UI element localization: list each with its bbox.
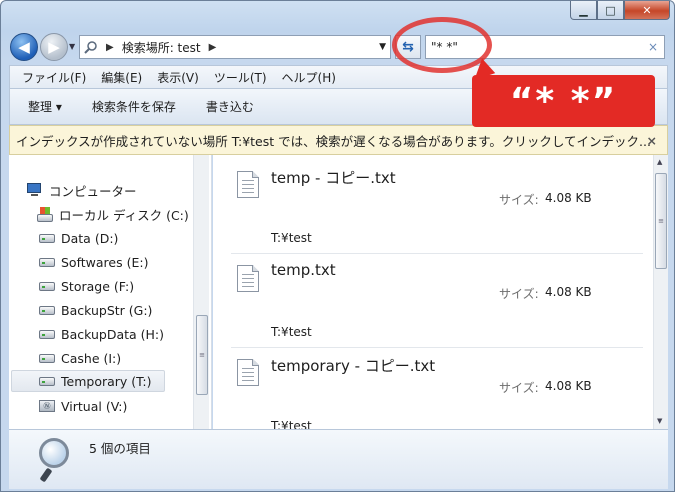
address-bar[interactable]: ▶ 検索場所: test ▶ ▼: [79, 35, 391, 59]
sidebar-item-label: Cashe (I:): [61, 350, 122, 366]
sidebar-item-drive-d[interactable]: Data (D:): [39, 227, 211, 249]
file-name[interactable]: temporary - コピー.txt: [271, 355, 435, 376]
size-label: サイズ:: [499, 287, 539, 301]
search-folder-icon: [84, 41, 97, 54]
hard-drive-icon: [39, 233, 55, 243]
sidebar-item-drive-v[interactable]: Ⓝ Virtual (V:): [39, 395, 211, 417]
maximize-button[interactable]: □: [597, 1, 624, 20]
text-file-icon: [237, 359, 259, 386]
navigation-scrollbar[interactable]: ≡: [193, 155, 209, 429]
menu-view[interactable]: 表示(V): [157, 69, 199, 86]
scroll-up-icon[interactable]: ▲: [657, 158, 662, 166]
minimize-button[interactable]: ▁: [570, 1, 597, 20]
file-name[interactable]: temp.txt: [271, 261, 336, 279]
index-warning-bar[interactable]: インデックスが作成されていない場所 T:¥test では、検索が遅くなる場合があ…: [9, 125, 668, 155]
arrow-right-icon: ▶: [48, 38, 60, 56]
file-path: T:¥test: [271, 325, 312, 339]
file-path: T:¥test: [271, 419, 312, 429]
navigation-pane: コンピューター ローカル ディスク (C:) Data (D:) Softwar…: [9, 155, 212, 429]
system-drive-icon: [37, 206, 54, 222]
size-label: サイズ:: [499, 193, 539, 207]
text-file-icon: [237, 171, 259, 198]
network-drive-icon: Ⓝ: [39, 400, 55, 412]
hard-drive-icon: [39, 257, 55, 267]
hard-drive-icon: [39, 281, 55, 291]
breadcrumb-separator[interactable]: ▶: [106, 42, 114, 53]
recent-pages-dropdown[interactable]: ▼: [69, 42, 75, 51]
breadcrumb-search-location[interactable]: 検索場所: test: [122, 39, 201, 56]
forward-button[interactable]: ▶: [40, 33, 68, 61]
menu-help[interactable]: ヘルプ(H): [282, 69, 336, 86]
scrollbar-thumb[interactable]: ≡: [655, 173, 667, 269]
sidebar-item-label: Storage (F:): [61, 278, 135, 294]
magnifier-icon: [37, 438, 77, 483]
list-item[interactable]: temp - コピー.txt サイズ: 4.08 KB T:¥test: [231, 155, 643, 248]
sidebar-item-label: コンピューター: [49, 183, 137, 199]
arrow-left-icon: ◀: [18, 38, 30, 56]
size-label: サイズ:: [499, 381, 539, 395]
file-size: 4.08 KB: [545, 379, 592, 393]
sidebar-item-computer[interactable]: コンピューター: [27, 179, 211, 201]
hard-drive-icon: [39, 305, 55, 315]
file-name[interactable]: temp - コピー.txt: [271, 167, 396, 188]
results-scrollbar[interactable]: ▲ ≡ ▼: [653, 155, 668, 429]
list-item[interactable]: temp.txt サイズ: 4.08 KB T:¥test: [231, 249, 643, 342]
sidebar-item-drive-f[interactable]: Storage (F:): [39, 275, 211, 297]
file-size: 4.08 KB: [545, 285, 592, 299]
hard-drive-icon: [39, 329, 55, 339]
hard-drive-icon: [39, 376, 55, 386]
menu-file[interactable]: ファイル(F): [22, 69, 86, 86]
details-pane: 5 個の項目: [9, 429, 668, 489]
clear-search-icon[interactable]: ×: [648, 40, 658, 54]
computer-icon: [27, 183, 43, 197]
sidebar-item-label: ローカル ディスク (C:): [59, 207, 189, 223]
window-controls: ▁ □ ✕: [570, 1, 670, 21]
sidebar-item-drive-h[interactable]: BackupData (H:): [39, 323, 211, 345]
sidebar-item-label: Temporary (T:): [61, 373, 152, 389]
sidebar-item-drive-g[interactable]: BackupStr (G:): [39, 299, 211, 321]
close-button[interactable]: ✕: [624, 1, 670, 20]
file-size: 4.08 KB: [545, 191, 592, 205]
search-results: temp - コピー.txt サイズ: 4.08 KB T:¥test temp…: [213, 155, 653, 429]
back-button[interactable]: ◀: [10, 33, 38, 61]
breadcrumb-separator[interactable]: ▶: [209, 42, 217, 53]
item-count: 5 個の項目: [89, 441, 151, 456]
sidebar-item-label: BackupStr (G:): [61, 302, 153, 318]
menu-tools[interactable]: ツール(T): [214, 69, 267, 86]
hard-drive-icon: [39, 353, 55, 363]
close-infobar-icon[interactable]: ×: [647, 133, 657, 148]
explorer-window: ▁ □ ✕ ◀ ▶ ▼ ▶ 検索場所: test ▶ ▼ ⇆ "* *" × フ…: [0, 0, 675, 492]
save-search-button[interactable]: 検索条件を保存: [92, 98, 176, 115]
burn-button[interactable]: 書き込む: [206, 98, 254, 115]
organize-button[interactable]: 整理 ▾: [28, 98, 62, 115]
file-path: T:¥test: [271, 231, 312, 245]
sidebar-item-label: Virtual (V:): [61, 398, 128, 414]
list-item[interactable]: temporary - コピー.txt サイズ: 4.08 KB T:¥test: [231, 343, 643, 429]
menu-edit[interactable]: 編集(E): [101, 69, 142, 86]
sidebar-item-drive-e[interactable]: Softwares (E:): [39, 251, 211, 273]
sidebar-item-label: BackupData (H:): [61, 326, 165, 342]
scrollbar-thumb[interactable]: ≡: [196, 315, 208, 395]
text-file-icon: [237, 265, 259, 292]
index-warning-text[interactable]: インデックスが作成されていない場所 T:¥test では、検索が遅くなる場合があ…: [16, 131, 651, 150]
scroll-down-icon[interactable]: ▼: [657, 417, 662, 425]
sidebar-item-drive-c[interactable]: ローカル ディスク (C:): [37, 203, 211, 225]
sidebar-item-drive-t[interactable]: Temporary (T:): [11, 370, 165, 392]
sidebar-item-label: Data (D:): [61, 230, 119, 246]
sidebar-item-label: Softwares (E:): [61, 254, 149, 270]
address-dropdown-icon[interactable]: ▼: [379, 42, 386, 52]
annotation-callout: “* *”: [472, 75, 655, 127]
sidebar-item-drive-i[interactable]: Cashe (I:): [39, 347, 211, 369]
